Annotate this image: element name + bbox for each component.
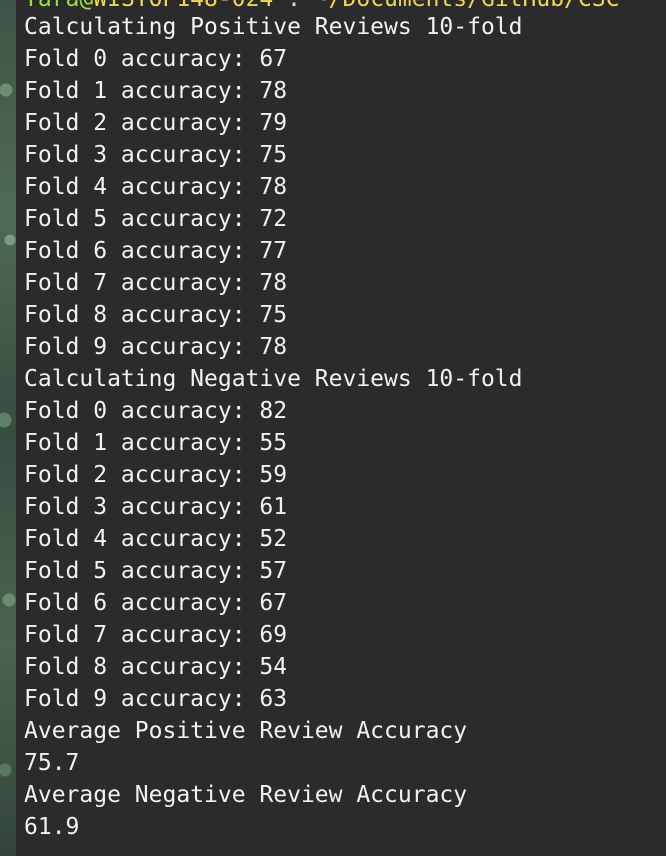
output-line: Fold 9 accuracy: 63 (24, 686, 288, 712)
output-line: Fold 0 accuracy: 67 (24, 46, 288, 72)
output-line-heading-negative: Calculating Negative Reviews 10-fold (24, 366, 523, 392)
output-line: Fold 2 accuracy: 79 (24, 110, 288, 136)
output-line: Fold 2 accuracy: 59 (24, 462, 288, 488)
terminal-window: Tara@WISTOP148-024 : ~/Documents/GitHub/… (0, 0, 666, 856)
output-line: Fold 1 accuracy: 78 (24, 78, 288, 104)
output-line: Fold 4 accuracy: 78 (24, 174, 288, 200)
output-line: Fold 8 accuracy: 75 (24, 302, 288, 328)
output-line-average-positive-label: Average Positive Review Accuracy (24, 718, 468, 744)
output-line: Fold 6 accuracy: 77 (24, 238, 288, 264)
output-line: Fold 1 accuracy: 55 (24, 430, 288, 456)
output-line: Fold 5 accuracy: 72 (24, 206, 288, 232)
output-line: Fold 3 accuracy: 61 (24, 494, 288, 520)
output-line-average-negative-value: 61.9 (24, 814, 80, 840)
output-line: Fold 8 accuracy: 54 (24, 654, 288, 680)
desktop-wallpaper (0, 0, 16, 856)
output-line: Fold 0 accuracy: 82 (24, 398, 288, 424)
output-line: Fold 7 accuracy: 78 (24, 270, 288, 296)
terminal-output: Calculating Positive Reviews 10-fold Fol… (24, 11, 523, 843)
terminal-pane[interactable]: Tara@WISTOP148-024 : ~/Documents/GitHub/… (16, 0, 666, 856)
output-line-average-negative-label: Average Negative Review Accuracy (24, 782, 468, 808)
output-line-heading-positive: Calculating Positive Reviews 10-fold (24, 14, 523, 40)
output-line: Fold 5 accuracy: 57 (24, 558, 288, 584)
output-line: Fold 6 accuracy: 67 (24, 590, 288, 616)
output-line: Fold 3 accuracy: 75 (24, 142, 288, 168)
output-line: Fold 9 accuracy: 78 (24, 334, 288, 360)
output-line: Fold 7 accuracy: 69 (24, 622, 288, 648)
output-line-average-positive-value: 75.7 (24, 750, 80, 776)
output-line: Fold 4 accuracy: 52 (24, 526, 288, 552)
